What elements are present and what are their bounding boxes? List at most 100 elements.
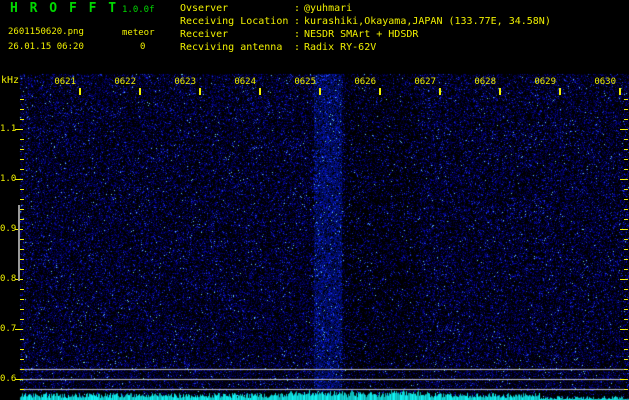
freq-minor-tick-right <box>624 159 628 160</box>
freq-minor-tick-right <box>624 339 628 340</box>
freq-minor-tick <box>20 309 24 310</box>
time-label: 0630 <box>586 77 616 87</box>
output-filename: 2601150620.png <box>8 27 84 37</box>
freq-minor-tick-right <box>624 319 628 320</box>
info-panel: Ovserver:@yuhmariReceiving Location:kura… <box>180 2 551 54</box>
freq-minor-tick-right <box>624 389 628 390</box>
freq-label: 0.6 <box>0 374 14 384</box>
freq-minor-tick <box>20 119 24 120</box>
freq-minor-tick <box>20 289 24 290</box>
info-value: kurashiki,Okayama,JAPAN (133.77E, 34.58N… <box>304 16 551 27</box>
time-tick <box>79 88 81 95</box>
info-label: Receiver <box>180 28 294 41</box>
time-tick <box>259 88 261 95</box>
freq-minor-tick <box>20 209 24 210</box>
info-value: NESDR SMArt + HDSDR <box>304 29 418 40</box>
freq-major-tick <box>15 129 23 130</box>
freq-label: 0.8 <box>0 274 14 284</box>
freq-minor-tick-right <box>624 169 628 170</box>
freq-major-tick-right <box>620 229 628 230</box>
freq-minor-tick <box>20 99 24 100</box>
freq-minor-tick <box>20 319 24 320</box>
info-label: Ovserver <box>180 2 294 15</box>
time-tick <box>499 88 501 95</box>
time-tick <box>559 88 561 95</box>
app-version: 1.0.0f <box>122 5 155 15</box>
meteor-counter-value: 0 <box>140 42 145 52</box>
freq-label: 0.7 <box>0 324 14 334</box>
time-label: 0624 <box>226 77 256 87</box>
time-label: 0625 <box>286 77 316 87</box>
freq-minor-tick-right <box>624 199 628 200</box>
freq-minor-tick <box>20 359 24 360</box>
freq-minor-tick <box>20 109 24 110</box>
time-label: 0629 <box>526 77 556 87</box>
freq-axis-unit-label: kHz <box>1 75 19 86</box>
freq-minor-tick <box>20 339 24 340</box>
freq-minor-tick-right <box>624 219 628 220</box>
freq-minor-tick-right <box>624 239 628 240</box>
freq-minor-tick-right <box>624 349 628 350</box>
freq-minor-tick-right <box>624 119 628 120</box>
freq-major-tick-right <box>620 179 628 180</box>
time-tick <box>619 88 621 95</box>
freq-minor-tick-right <box>624 99 628 100</box>
freq-major-tick <box>15 329 23 330</box>
freq-minor-tick <box>20 389 24 390</box>
freq-minor-tick <box>20 219 24 220</box>
time-tick <box>379 88 381 95</box>
freq-minor-tick <box>20 239 24 240</box>
info-separator: : <box>294 28 304 41</box>
freq-label: 1.0 <box>0 174 14 184</box>
freq-minor-tick <box>20 369 24 370</box>
freq-major-tick-right <box>620 329 628 330</box>
freq-minor-tick <box>20 169 24 170</box>
time-label: 0621 <box>46 77 76 87</box>
time-tick <box>199 88 201 95</box>
freq-minor-tick <box>20 159 24 160</box>
freq-minor-tick <box>20 149 24 150</box>
freq-minor-tick <box>20 189 24 190</box>
freq-minor-tick <box>20 259 24 260</box>
time-label: 0623 <box>166 77 196 87</box>
info-value: Radix RY-62V <box>304 42 376 53</box>
info-row: Receiver:NESDR SMArt + HDSDR <box>180 28 551 41</box>
freq-minor-tick-right <box>624 209 628 210</box>
info-value: @yuhmari <box>304 3 352 14</box>
meteor-counter-label: meteor <box>122 28 155 38</box>
time-label: 0627 <box>406 77 436 87</box>
freq-minor-tick-right <box>624 369 628 370</box>
freq-minor-tick-right <box>624 249 628 250</box>
freq-minor-tick-right <box>624 189 628 190</box>
freq-minor-tick-right <box>624 259 628 260</box>
freq-minor-tick-right <box>624 289 628 290</box>
session-datetime: 26.01.15 06:20 <box>8 42 84 52</box>
time-tick <box>139 88 141 95</box>
info-separator: : <box>294 15 304 28</box>
info-label: Recviving antenna <box>180 41 294 54</box>
freq-minor-tick-right <box>624 139 628 140</box>
info-row: Ovserver:@yuhmari <box>180 2 551 15</box>
freq-minor-tick <box>20 299 24 300</box>
freq-minor-tick <box>20 199 24 200</box>
time-label: 0622 <box>106 77 136 87</box>
info-label: Receiving Location <box>180 15 294 28</box>
freq-minor-tick-right <box>624 299 628 300</box>
freq-minor-tick-right <box>624 269 628 270</box>
freq-major-tick-right <box>620 279 628 280</box>
time-tick <box>439 88 441 95</box>
freq-major-tick <box>15 179 23 180</box>
axis-marker-line <box>18 205 20 281</box>
info-row: Recviving antenna:Radix RY-62V <box>180 41 551 54</box>
freq-label: 0.9 <box>0 224 14 234</box>
info-separator: : <box>294 41 304 54</box>
freq-major-tick-right <box>620 379 628 380</box>
freq-minor-tick <box>20 249 24 250</box>
freq-major-tick-right <box>620 129 628 130</box>
hrofft-window: H R O F F T 1.0.0f 2601150620.png 26.01.… <box>0 0 629 400</box>
freq-minor-tick-right <box>624 109 628 110</box>
freq-minor-tick-right <box>624 309 628 310</box>
freq-label: 1.1 <box>0 124 14 134</box>
freq-minor-tick <box>20 139 24 140</box>
freq-major-tick <box>15 379 23 380</box>
